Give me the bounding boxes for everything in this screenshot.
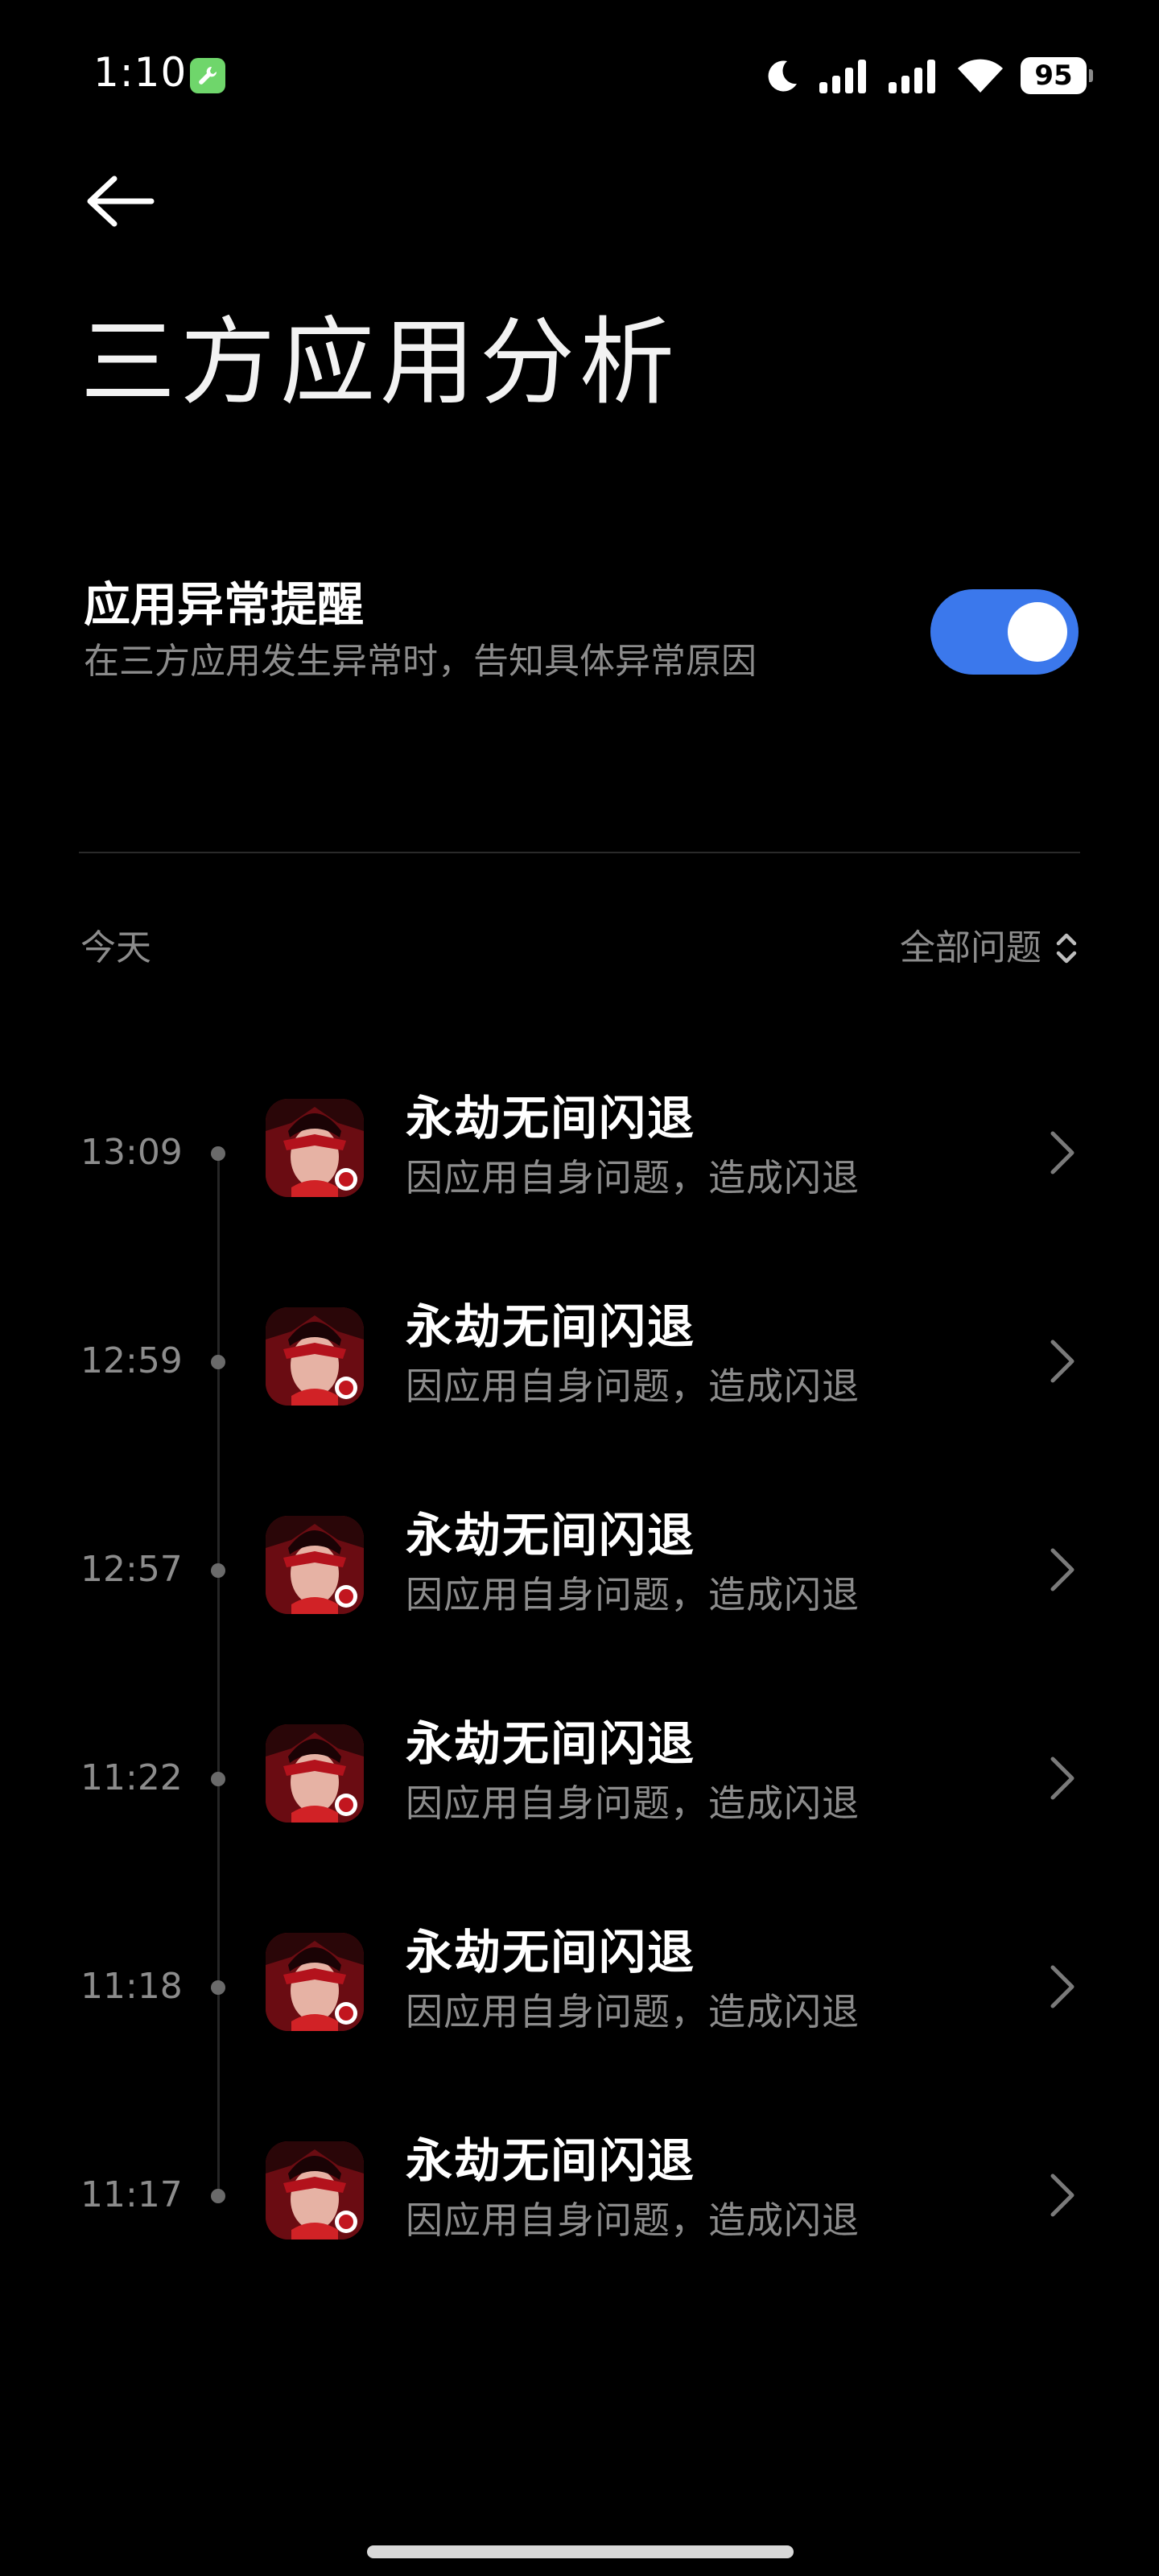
event-title: 永劫无间闪退 <box>406 1925 696 1979</box>
timeline-dot <box>211 1146 225 1161</box>
status-time: 1:10 <box>93 49 188 96</box>
toggle-knob <box>1008 602 1067 662</box>
chevron-right-icon <box>1050 1757 1074 1800</box>
chevron-right-icon <box>1050 1131 1074 1174</box>
event-description: 因应用自身问题，造成闪退 <box>406 2198 860 2242</box>
event-description: 因应用自身问题，造成闪退 <box>406 1364 860 1408</box>
back-button[interactable] <box>80 169 161 233</box>
page-title: 三方应用分析 <box>80 307 680 418</box>
timeline-dot <box>211 1772 225 1786</box>
event-time: 12:59 <box>80 1340 183 1381</box>
game-app-icon <box>266 1724 364 1823</box>
signal-icon <box>889 60 935 93</box>
wifi-icon <box>958 59 1003 93</box>
game-app-icon <box>266 1516 364 1614</box>
event-time: 13:09 <box>80 1132 183 1173</box>
chevron-right-icon <box>1050 1548 1074 1591</box>
event-description: 因应用自身问题，造成闪退 <box>406 1990 860 2033</box>
timeline-dot <box>211 1563 225 1578</box>
event-description: 因应用自身问题，造成闪退 <box>406 1781 860 1825</box>
moon-icon <box>768 60 797 92</box>
issue-filter-dropdown[interactable]: 全部问题 <box>900 918 1079 979</box>
event-title: 永劫无间闪退 <box>406 1508 696 1563</box>
event-title: 永劫无间闪退 <box>406 1091 696 1146</box>
crash-event-item[interactable]: 11:18 永劫无间闪退 因应用自身问题，造成闪退 <box>0 1889 1159 2097</box>
sort-updown-icon <box>1056 933 1077 964</box>
chevron-right-icon <box>1050 1965 1074 2008</box>
timeline-dot <box>211 1980 225 1995</box>
crash-event-item[interactable]: 12:59 永劫无间闪退 因应用自身问题，造成闪退 <box>0 1263 1159 1472</box>
crash-event-item[interactable]: 12:57 永劫无间闪退 因应用自身问题，造成闪退 <box>0 1472 1159 1680</box>
back-arrow-icon <box>87 175 155 227</box>
event-time: 12:57 <box>80 1549 183 1590</box>
abnormal-alert-setting: 应用异常提醒 在三方应用发生异常时，告知具体异常原因 <box>80 564 1079 700</box>
filter-label: 全部问题 <box>900 927 1041 968</box>
divider <box>79 852 1080 853</box>
event-title: 永劫无间闪退 <box>406 1716 696 1771</box>
setting-subtitle: 在三方应用发生异常时，告知具体异常原因 <box>84 641 757 682</box>
chevron-right-icon <box>1050 2174 1074 2217</box>
timeline-dot <box>211 1355 225 1369</box>
event-time: 11:17 <box>80 2174 183 2215</box>
event-title: 永劫无间闪退 <box>406 1299 696 1354</box>
event-description: 因应用自身问题，造成闪退 <box>406 1573 860 1616</box>
battery-indicator: 95 <box>1021 57 1093 94</box>
game-app-icon <box>266 1933 364 2031</box>
event-time: 11:22 <box>80 1757 183 1798</box>
game-app-icon <box>266 2141 364 2240</box>
crash-event-item[interactable]: 13:09 永劫无间闪退 因应用自身问题，造成闪退 <box>0 1055 1159 1263</box>
game-app-icon <box>266 1307 364 1406</box>
crash-event-item[interactable]: 11:22 永劫无间闪退 因应用自身问题，造成闪退 <box>0 1680 1159 1889</box>
status-bar: 1:10 95 <box>0 0 1159 153</box>
game-app-icon <box>266 1099 364 1197</box>
chevron-right-icon <box>1050 1340 1074 1383</box>
setting-title: 应用异常提醒 <box>84 577 365 632</box>
signal-icon <box>819 60 866 93</box>
wrench-icon <box>190 58 225 93</box>
home-indicator[interactable] <box>367 2545 794 2558</box>
alert-toggle[interactable] <box>930 589 1079 675</box>
event-description: 因应用自身问题，造成闪退 <box>406 1156 860 1199</box>
event-title: 永劫无间闪退 <box>406 2133 696 2188</box>
event-time: 11:18 <box>80 1966 183 2007</box>
timeline-dot <box>211 2189 225 2203</box>
crash-event-item[interactable]: 11:17 永劫无间闪退 因应用自身问题，造成闪退 <box>0 2097 1159 2306</box>
date-section-label: 今天 <box>80 927 151 968</box>
